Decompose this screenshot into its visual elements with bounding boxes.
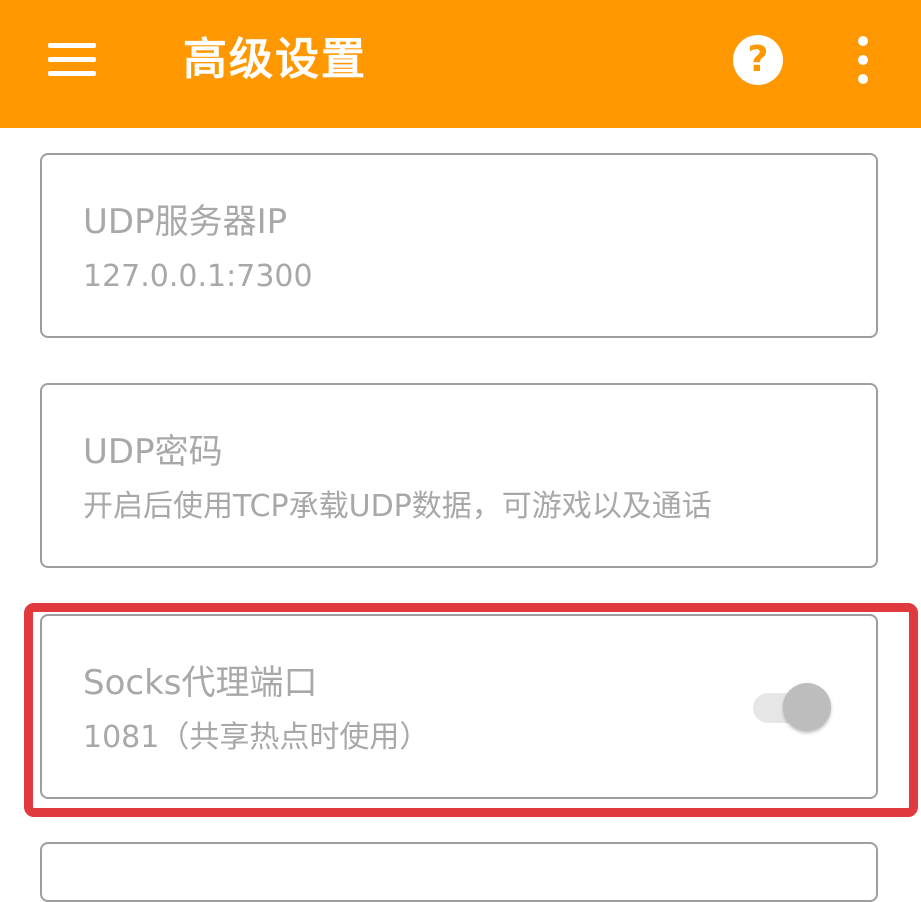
hamburger-menu-icon[interactable]: [48, 40, 96, 80]
menu-line: [48, 43, 96, 48]
menu-line: [48, 71, 96, 76]
menu-line: [48, 57, 96, 62]
help-circle-icon[interactable]: ?: [733, 35, 783, 85]
setting-summary: 127.0.0.1:7300: [83, 259, 313, 294]
setting-title: UDP密码: [83, 432, 223, 472]
toggle-thumb: [783, 683, 831, 731]
setting-card-partial[interactable]: [40, 842, 878, 902]
page-title: 高级设置: [183, 34, 367, 85]
dot: [858, 74, 868, 84]
setting-socks-proxy-port[interactable]: Socks代理端口 1081（共享热点时使用）: [40, 614, 878, 799]
setting-title: Socks代理端口: [83, 663, 318, 703]
setting-summary: 1081（共享热点时使用）: [83, 720, 430, 755]
setting-title: UDP服务器IP: [83, 202, 288, 242]
app-bar: 高级设置 ?: [0, 0, 921, 128]
setting-udp-server-ip[interactable]: UDP服务器IP 127.0.0.1:7300: [40, 153, 878, 338]
dot: [858, 36, 868, 46]
more-vertical-icon[interactable]: [848, 32, 878, 88]
setting-udp-password[interactable]: UDP密码 开启后使用TCP承载UDP数据，可游戏以及通话: [40, 383, 878, 568]
setting-summary: 开启后使用TCP承载UDP数据，可游戏以及通话: [83, 489, 712, 524]
dot: [858, 55, 868, 65]
socks-proxy-toggle[interactable]: [749, 683, 833, 731]
